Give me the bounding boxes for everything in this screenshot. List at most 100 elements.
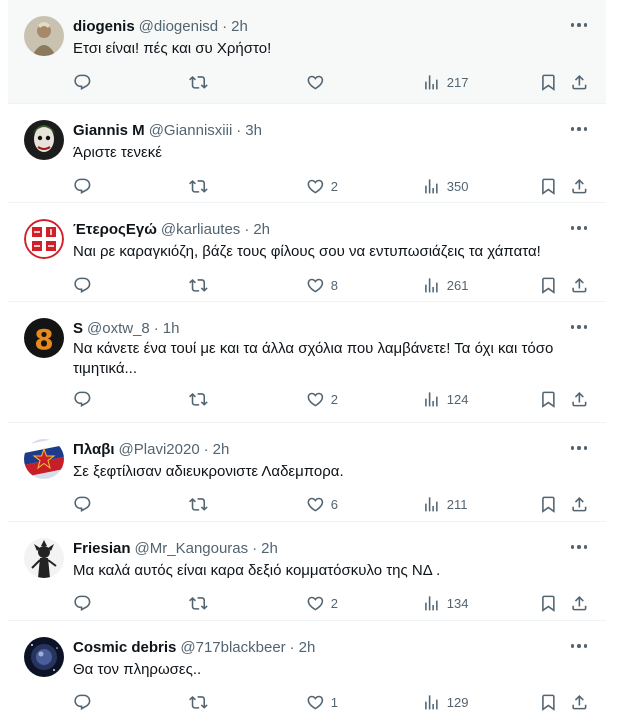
timestamp[interactable]: 2h [253, 221, 270, 238]
views-button[interactable]: 261 [422, 274, 468, 296]
tweet[interactable]: ΈτεροςΕγώ @karliautes · 2h Ναι ρε καραγκιόζ… [8, 203, 606, 302]
timestamp[interactable]: 1h [163, 320, 180, 337]
bookmark-icon [539, 594, 558, 613]
share-button[interactable] [570, 592, 589, 614]
reply-button[interactable] [73, 388, 98, 410]
more-icon[interactable] [568, 217, 590, 239]
tweet[interactable]: Friesian @Mr_Kangouras · 2h Μα καλά αυτός ε… [8, 522, 606, 621]
display-name[interactable]: ΈτεροςΕγώ [73, 221, 157, 238]
like-button[interactable] [306, 71, 331, 93]
display-name[interactable]: Giannis M [73, 122, 145, 139]
tweet[interactable]: Giannis M @Giannisxiii · 3h Άριστε τενεκέ 2… [8, 104, 606, 203]
retweet-button[interactable] [189, 175, 214, 197]
reply-button[interactable] [73, 592, 98, 614]
bookmark-button[interactable] [539, 274, 558, 296]
retweet-icon [189, 495, 208, 514]
share-button[interactable] [570, 175, 589, 197]
user-handle[interactable]: @Plavi2020 [119, 441, 200, 458]
bookmark-button[interactable] [539, 691, 558, 713]
views-button[interactable]: 124 [422, 388, 468, 410]
user-handle[interactable]: @oxtw_8 [87, 320, 150, 337]
bookmark-button[interactable] [539, 493, 558, 515]
avatar[interactable] [24, 439, 64, 479]
more-icon[interactable] [568, 536, 590, 558]
views-count: 124 [446, 391, 469, 407]
bookmark-button[interactable] [539, 71, 558, 93]
reply-icon [73, 495, 92, 514]
more-icon[interactable] [568, 118, 590, 140]
share-button[interactable] [570, 388, 589, 410]
reply-button[interactable] [73, 274, 98, 296]
tweet[interactable]: Cosmic debris @717blackbeer · 2h Θα τον πλη… [8, 621, 606, 720]
timestamp[interactable]: 2h [299, 639, 316, 656]
retweet-button[interactable] [189, 592, 214, 614]
like-button[interactable]: 8 [306, 274, 338, 296]
tweet-actions: 2 134 [73, 592, 590, 614]
avatar[interactable] [24, 120, 64, 160]
tweet[interactable]: diogenis @diogenisd · 2h Ετσι είναι! πές κα… [8, 0, 606, 104]
views-count: 350 [446, 178, 469, 194]
views-button[interactable]: 217 [422, 71, 468, 93]
like-button[interactable]: 1 [306, 691, 338, 713]
timestamp[interactable]: 2h [213, 441, 230, 458]
views-button[interactable]: 134 [422, 592, 468, 614]
display-name[interactable]: Cosmic debris [73, 639, 176, 656]
bookmark-button[interactable] [539, 592, 558, 614]
timestamp[interactable]: 2h [231, 18, 248, 35]
share-button[interactable] [570, 71, 589, 93]
share-icon [570, 495, 589, 514]
like-count: 2 [330, 595, 338, 611]
share-button[interactable] [570, 493, 589, 515]
display-name[interactable]: S [73, 320, 83, 337]
user-handle[interactable]: @Giannisxiii [149, 122, 233, 139]
retweet-button[interactable] [189, 71, 214, 93]
more-icon[interactable] [568, 316, 590, 338]
tweet[interactable]: Πλαβι @Plavi2020 · 2h Σε ξεφτίλισαν αδιευκρ… [8, 423, 606, 522]
like-button[interactable]: 2 [306, 592, 338, 614]
reply-button[interactable] [73, 493, 98, 515]
views-count: 261 [446, 277, 469, 293]
like-button[interactable]: 2 [306, 388, 338, 410]
heart-icon [306, 390, 325, 409]
user-handle[interactable]: @717blackbeer [180, 639, 285, 656]
bookmark-button[interactable] [539, 388, 558, 410]
user-handle[interactable]: @karliautes [161, 221, 240, 238]
avatar[interactable] [24, 219, 64, 259]
more-icon[interactable] [568, 14, 590, 36]
user-handle[interactable]: @Mr_Kangouras [135, 540, 249, 557]
bookmark-icon [539, 276, 558, 295]
share-button[interactable] [570, 274, 589, 296]
reply-button[interactable] [73, 71, 98, 93]
like-button[interactable]: 2 [306, 175, 338, 197]
retweet-button[interactable] [189, 274, 214, 296]
views-button[interactable]: 211 [422, 493, 467, 515]
reply-icon [73, 594, 92, 613]
display-name[interactable]: diogenis [73, 18, 135, 35]
avatar[interactable]: 8 [24, 318, 64, 358]
more-icon[interactable] [568, 635, 590, 657]
views-button[interactable]: 129 [422, 691, 468, 713]
views-icon [422, 495, 441, 514]
more-icon[interactable] [568, 437, 590, 459]
display-name[interactable]: Πλαβι [73, 441, 115, 458]
timestamp[interactable]: 3h [245, 122, 262, 139]
views-icon [422, 693, 441, 712]
retweet-button[interactable] [189, 388, 214, 410]
like-button[interactable]: 6 [306, 493, 338, 515]
bookmark-button[interactable] [539, 175, 558, 197]
share-button[interactable] [570, 691, 589, 713]
svg-text:8: 8 [34, 323, 53, 356]
avatar[interactable] [24, 637, 64, 677]
avatar[interactable] [24, 16, 64, 56]
timestamp[interactable]: 2h [261, 540, 278, 557]
tweet[interactable]: 8 S @oxtw_8 · 1h Να κάνετε ένα τουί με και … [8, 302, 606, 423]
reply-button[interactable] [73, 691, 98, 713]
reply-button[interactable] [73, 175, 98, 197]
views-button[interactable]: 350 [422, 175, 468, 197]
avatar[interactable] [24, 538, 64, 578]
retweet-button[interactable] [189, 691, 214, 713]
retweet-button[interactable] [189, 493, 214, 515]
display-name[interactable]: Friesian [73, 540, 131, 557]
tweet-header: ΈτεροςΕγώ @karliautes · 2h [73, 220, 566, 240]
user-handle[interactable]: @diogenisd [139, 18, 218, 35]
